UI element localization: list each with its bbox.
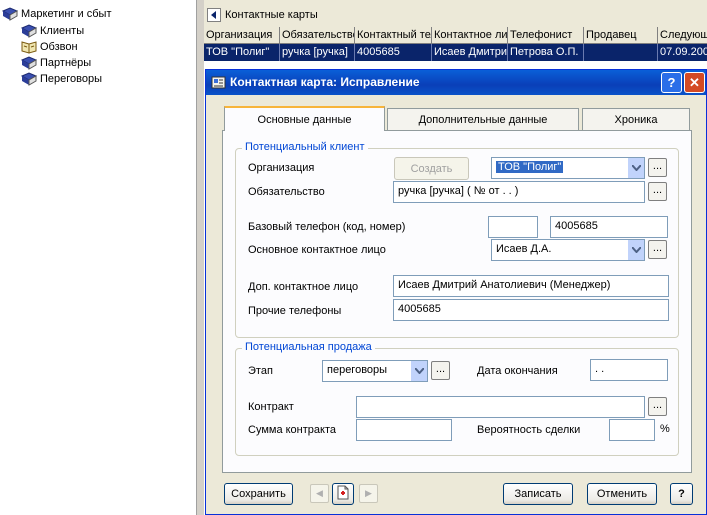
table-cell	[584, 44, 658, 61]
base-phone-code-field[interactable]	[488, 216, 538, 238]
stage-browse-button[interactable]: ...	[431, 361, 450, 380]
book-icon	[21, 24, 37, 38]
tab-label: Хроника	[614, 113, 658, 126]
chevron-down-icon[interactable]	[410, 361, 427, 381]
panel-splitter[interactable]	[196, 0, 204, 515]
end-date-field[interactable]: . .	[590, 359, 668, 381]
column-header[interactable]: Организация	[204, 27, 280, 44]
column-header[interactable]: Контактный телефон	[355, 27, 432, 44]
column-header[interactable]: Продавец	[584, 27, 658, 44]
other-phones-label: Прочие телефоны	[248, 305, 342, 317]
table-cell: ручка [ручка]	[280, 44, 355, 61]
main-contact-label: Основное контактное лицо	[248, 244, 386, 256]
extra-contact-label: Доп. контактное лицо	[248, 281, 359, 293]
table-cell: Петрова О.П.	[508, 44, 584, 61]
next-record-button[interactable]: ▶	[359, 484, 378, 503]
cancel-button[interactable]: Отменить	[587, 483, 657, 505]
organization-combo[interactable]: ТОВ "Полиг"	[491, 157, 645, 179]
back-arrow-icon[interactable]	[207, 8, 221, 22]
dialog-title: Контактная карта: Исправление	[230, 75, 420, 89]
contract-field[interactable]	[356, 396, 645, 418]
book-icon	[21, 56, 37, 70]
obligation-label: Обязательство	[248, 186, 325, 198]
dialog-titlebar[interactable]: Контактная карта: Исправление ? ✕	[206, 70, 706, 95]
new-document-icon	[336, 485, 350, 503]
main-contact-combo[interactable]: Исаев Д.А.	[491, 239, 645, 261]
list-title: Контактные карты	[225, 9, 318, 21]
new-document-button[interactable]	[332, 483, 354, 505]
chevron-down-icon[interactable]	[627, 158, 644, 178]
tree-item-partners[interactable]: Партнёры	[21, 55, 91, 71]
column-header[interactable]: Следующий звонок	[658, 27, 707, 44]
other-phones-field[interactable]: 4005685	[393, 299, 669, 321]
organization-browse-button[interactable]: ...	[648, 158, 667, 177]
stage-combo[interactable]: переговоры	[322, 360, 428, 382]
probability-label: Вероятность сделки	[477, 424, 581, 436]
write-button[interactable]: Записать	[503, 483, 573, 505]
probability-field[interactable]	[609, 419, 655, 441]
tab-chronicle[interactable]: Хроника	[582, 108, 690, 130]
obligation-field[interactable]: ручка [ручка] ( № от . . )	[393, 181, 645, 203]
table-cell: ТОВ "Полиг"	[204, 44, 280, 61]
navigation-tree: Маркетинг и сбыт Клиенты Обзвон Партнёры…	[0, 0, 196, 515]
prev-record-button[interactable]: ◀	[310, 484, 329, 503]
tree-root-label: Маркетинг и сбыт	[21, 8, 112, 20]
tab-additional-data[interactable]: Дополнительные данные	[387, 108, 579, 130]
tree-item-negotiations[interactable]: Переговоры	[21, 71, 102, 87]
end-date-label: Дата окончания	[477, 365, 558, 377]
tree-item-label: Партнёры	[40, 57, 92, 69]
grid-header: Организация Обязательство Контактный тел…	[204, 27, 707, 44]
amount-label: Сумма контракта	[248, 424, 336, 436]
chevron-down-icon[interactable]	[627, 240, 644, 260]
open-book-icon	[21, 40, 37, 54]
footer-help-button[interactable]: ?	[670, 483, 693, 505]
contact-card-dialog: Контактная карта: Исправление ? ✕ Основн…	[205, 69, 707, 515]
tree-item-label: Клиенты	[40, 25, 85, 37]
save-button[interactable]: Сохранить	[224, 483, 293, 505]
column-header[interactable]: Обязательство	[280, 27, 355, 44]
column-header[interactable]: Контактное лицо	[432, 27, 508, 44]
close-button[interactable]: ✕	[684, 72, 705, 93]
table-cell: 4005685	[355, 44, 432, 61]
tree-item-label: Переговоры	[40, 73, 103, 85]
book-icon	[2, 7, 18, 21]
help-button[interactable]: ?	[661, 72, 682, 93]
obligation-browse-button[interactable]: ...	[648, 182, 667, 201]
percent-sign: %	[660, 423, 670, 435]
contract-label: Контракт	[248, 401, 294, 413]
create-button[interactable]: Создать	[394, 157, 469, 180]
tab-page-main: Потенциальный клиент Организация Создать…	[222, 130, 692, 473]
table-cell: Исаев Дмитрий	[432, 44, 508, 61]
table-row[interactable]: ТОВ "Полиг" ручка [ручка] 4005685 Исаев …	[204, 44, 707, 61]
main-contact-value: Исаев Д.А.	[496, 243, 552, 255]
sale-group-title: Потенциальная продажа	[242, 341, 375, 353]
tab-label: Основные данные	[257, 113, 352, 126]
tree-item-clients[interactable]: Клиенты	[21, 23, 84, 39]
amount-field[interactable]	[356, 419, 452, 441]
tab-main-data[interactable]: Основные данные	[224, 106, 385, 131]
organization-label: Организация	[248, 162, 315, 174]
base-phone-label: Базовый телефон (код, номер)	[248, 221, 406, 233]
list-header: Контактные карты	[204, 5, 707, 25]
stage-value: переговоры	[327, 364, 388, 376]
tree-root-marketing[interactable]: Маркетинг и сбыт	[2, 6, 111, 22]
main-contact-browse-button[interactable]: ...	[648, 240, 667, 259]
base-phone-number-field[interactable]: 4005685	[550, 216, 668, 238]
column-header[interactable]: Телефонист	[508, 27, 584, 44]
tree-item-label: Обзвон	[40, 41, 78, 53]
extra-contact-field[interactable]: Исаев Дмитрий Анатолиевич (Менеджер)	[393, 275, 669, 297]
stage-label: Этап	[248, 365, 273, 377]
client-group-title: Потенциальный клиент	[242, 141, 368, 153]
app-icon	[211, 75, 226, 90]
tree-item-calls[interactable]: Обзвон	[21, 39, 78, 55]
contract-browse-button[interactable]: ...	[648, 397, 667, 416]
organization-value: ТОВ "Полиг"	[496, 161, 564, 173]
book-icon	[21, 72, 37, 86]
tab-label: Дополнительные данные	[418, 113, 548, 126]
table-cell: 07.09.2007	[660, 46, 707, 58]
